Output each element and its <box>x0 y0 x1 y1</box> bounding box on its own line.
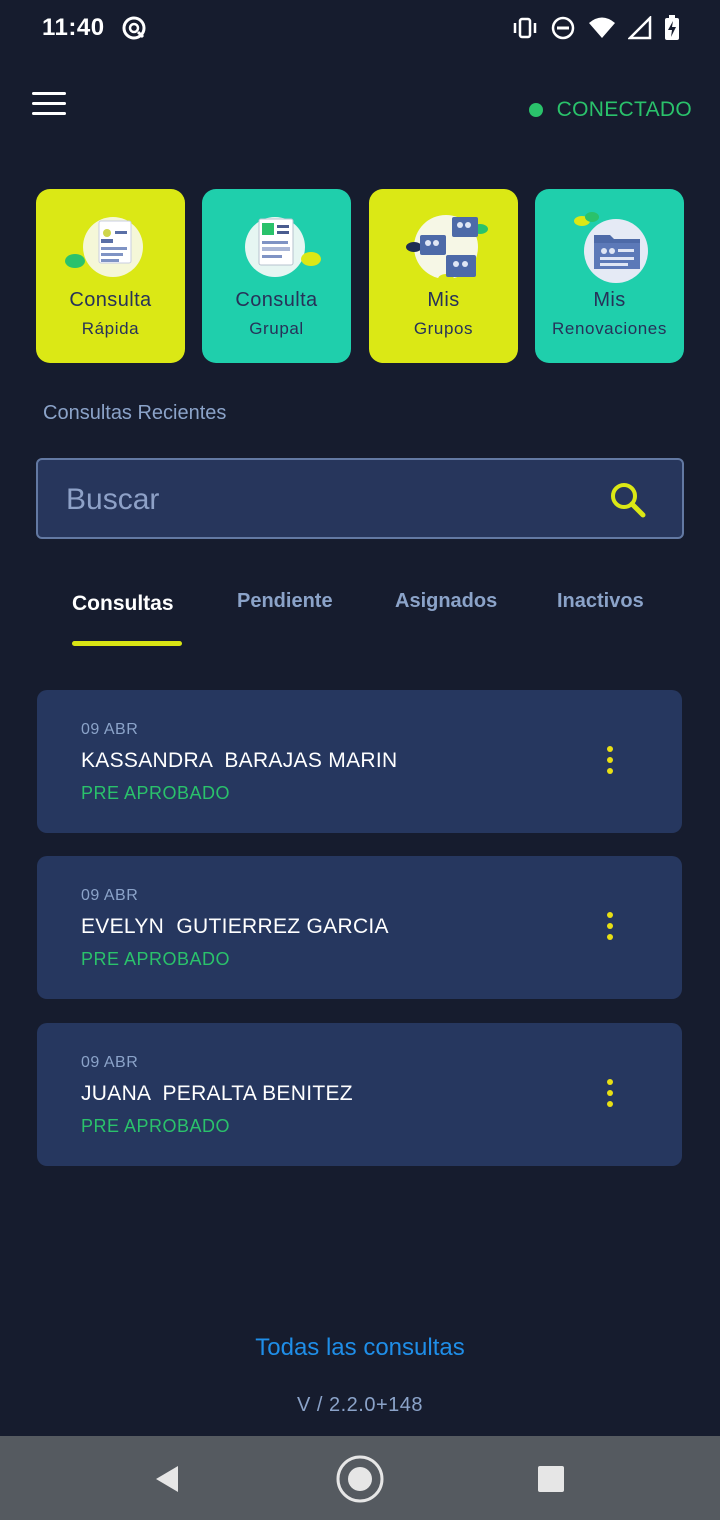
connection-status: CONECTADO <box>528 98 692 122</box>
signal-icon <box>628 16 652 40</box>
record-name: KASSANDRA BARAJAS MARIN <box>81 749 398 772</box>
tile-label-line1: Consulta <box>235 289 318 311</box>
tab-inactivos[interactable]: Inactivos <box>557 590 644 613</box>
record-name: JUANA PERALTA BENITEZ <box>81 1082 353 1105</box>
battery-charging-icon <box>665 15 679 40</box>
hamburger-menu-icon[interactable] <box>32 92 66 118</box>
at-sign-icon <box>122 16 146 40</box>
list-item[interactable]: 09 ABR JUANA PERALTA BENITEZ PRE APROBAD… <box>37 1023 682 1166</box>
tile-mis-renovaciones[interactable]: Mis Renovaciones <box>535 189 684 363</box>
groups-icon <box>405 215 488 284</box>
wifi-icon <box>589 17 615 38</box>
group-document-icon <box>244 217 321 277</box>
more-options-icon[interactable] <box>598 1079 622 1111</box>
quick-actions: Consulta Rápida Consulta Grupal Mis Grup… <box>36 189 684 363</box>
home-icon[interactable] <box>334 1453 386 1505</box>
list-item[interactable]: 09 ABR EVELYN GUTIERREZ GARCIA PRE APROB… <box>37 856 682 999</box>
do-not-disturb-icon <box>551 16 575 40</box>
record-name: EVELYN GUTIERREZ GARCIA <box>81 915 389 938</box>
connection-dot-icon <box>528 103 543 117</box>
tile-label-line2: Renovaciones <box>552 319 667 338</box>
tile-label-line2: Grupos <box>413 319 474 338</box>
id-card-icon <box>64 217 143 277</box>
more-options-icon[interactable] <box>598 746 622 778</box>
list-item[interactable]: 09 ABR KASSANDRA BARAJAS MARIN PRE APROB… <box>37 690 682 833</box>
top-app-bar: CONECTADO <box>0 80 720 140</box>
search-icon[interactable] <box>608 480 648 520</box>
tab-pendiente[interactable]: Pendiente <box>237 590 333 613</box>
app-version: V / 2.2.0+148 <box>296 1394 424 1416</box>
tile-label-line1: Mis <box>593 289 626 311</box>
all-consultations-link[interactable]: Todas las consultas <box>0 1334 720 1362</box>
tile-label-line2: Grupal <box>249 319 304 338</box>
status-bar: 11:40 <box>0 0 720 56</box>
tile-consulta-grupal[interactable]: Consulta Grupal <box>202 189 351 363</box>
section-title-recent: Consultas Recientes <box>43 402 227 424</box>
tab-asignados[interactable]: Asignados <box>395 590 497 613</box>
record-status: PRE APROBADO <box>81 949 231 969</box>
system-navigation-bar <box>0 1436 720 1520</box>
record-date: 09 ABR <box>81 1054 139 1071</box>
record-date: 09 ABR <box>81 721 139 738</box>
tab-bar: Consultas Pendiente Asignados Inactivos <box>0 580 720 650</box>
search-box <box>36 458 684 539</box>
recent-apps-icon[interactable] <box>537 1465 565 1493</box>
connection-status-label: CONECTADO <box>556 98 692 121</box>
vibrate-icon <box>513 17 537 39</box>
record-status: PRE APROBADO <box>81 1116 231 1136</box>
tile-label-line1: Mis <box>427 289 460 311</box>
tab-consultas[interactable]: Consultas <box>72 592 174 616</box>
status-time: 11:40 <box>42 14 105 41</box>
tile-label-line1: Consulta <box>69 289 152 311</box>
search-input[interactable] <box>66 478 586 522</box>
back-icon[interactable] <box>152 1464 182 1494</box>
folder-icon <box>573 212 648 283</box>
record-status: PRE APROBADO <box>81 783 231 803</box>
tile-mis-grupos[interactable]: Mis Grupos <box>369 189 518 363</box>
more-options-icon[interactable] <box>598 912 622 944</box>
record-date: 09 ABR <box>81 887 139 904</box>
active-tab-indicator <box>72 641 182 646</box>
tile-consulta-rapida[interactable]: Consulta Rápida <box>36 189 185 363</box>
tile-label-line2: Rápida <box>81 319 140 338</box>
